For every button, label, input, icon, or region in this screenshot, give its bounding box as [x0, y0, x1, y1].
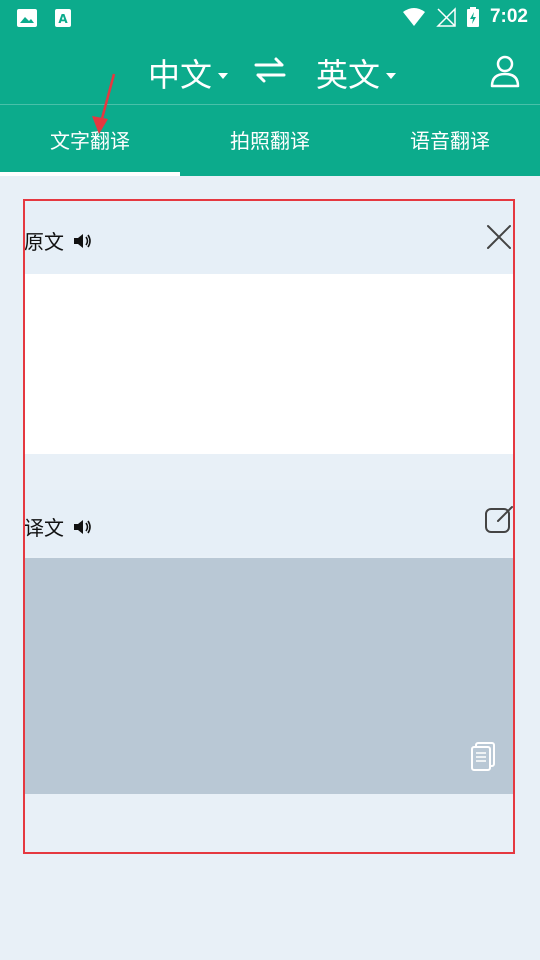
- close-icon[interactable]: [484, 222, 514, 252]
- font-app-icon: A: [55, 9, 71, 27]
- target-label: 译文: [24, 516, 64, 540]
- source-panel-header: 原文: [24, 204, 514, 274]
- swap-icon[interactable]: [252, 54, 288, 86]
- source-label: 原文: [24, 230, 64, 254]
- tab-text-translate[interactable]: 文字翻译: [0, 105, 180, 177]
- status-bar: A 7:02: [0, 0, 540, 36]
- speaker-icon[interactable]: [72, 517, 92, 537]
- svg-text:A: A: [58, 12, 68, 26]
- source-text-input[interactable]: [24, 274, 514, 454]
- target-language-label: 英文: [316, 56, 381, 94]
- language-bar: 中文 英文: [0, 44, 540, 100]
- source-language-selector[interactable]: 中文: [148, 50, 229, 96]
- app-header: A 7:02 中文 英文 文字翻译 拍照翻译 语音翻译: [0, 0, 540, 176]
- edit-icon[interactable]: [484, 504, 514, 534]
- user-icon[interactable]: [488, 54, 522, 88]
- tab-photo-translate[interactable]: 拍照翻译: [180, 105, 360, 177]
- caret-down-icon: [218, 73, 229, 79]
- gallery-icon: [17, 9, 37, 27]
- battery-charging-icon: [466, 7, 479, 27]
- caret-down-icon: [386, 73, 397, 79]
- mode-tabs: 文字翻译 拍照翻译 语音翻译: [0, 104, 540, 176]
- speaker-icon[interactable]: [72, 231, 92, 251]
- copy-icon[interactable]: [470, 742, 496, 772]
- target-panel-header: 译文: [24, 490, 514, 556]
- status-time: 7:02: [489, 6, 528, 27]
- wifi-icon: [402, 8, 425, 26]
- target-language-selector[interactable]: 英文: [316, 50, 397, 96]
- translation-output: [24, 558, 514, 794]
- tab-voice-translate[interactable]: 语音翻译: [360, 105, 540, 177]
- source-language-label: 中文: [148, 56, 213, 94]
- active-tab-indicator: [0, 172, 180, 176]
- signal-off-icon: [436, 7, 456, 27]
